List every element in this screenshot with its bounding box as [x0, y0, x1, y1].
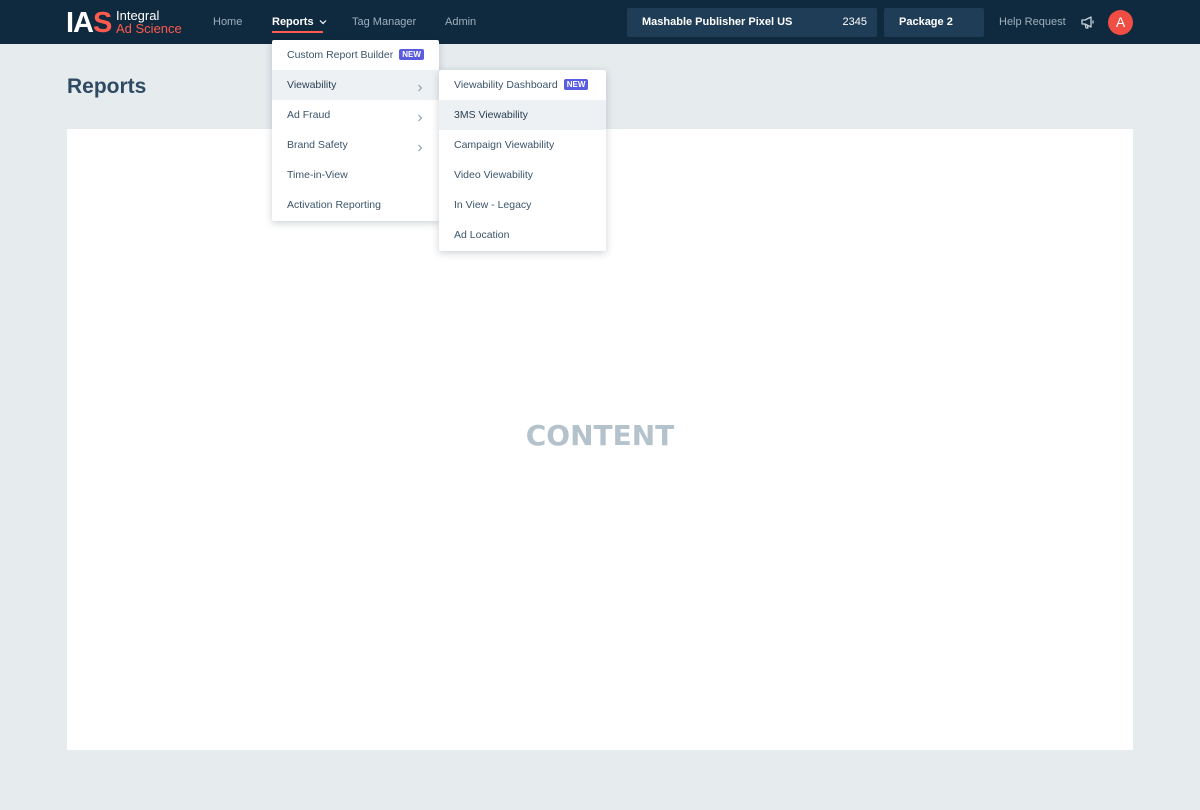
submenu-item-viewability-dashboard[interactable]: Viewability Dashboard NEW: [439, 70, 606, 100]
user-avatar[interactable]: A: [1108, 10, 1133, 35]
help-request-link[interactable]: Help Request: [999, 15, 1066, 29]
ias-logo[interactable]: IAS Integral Ad Science: [66, 8, 186, 38]
new-badge: NEW: [563, 79, 589, 90]
menu-item-label: Time-in-View: [287, 169, 348, 181]
nav-tag-manager[interactable]: Tag Manager: [352, 15, 416, 29]
nav-reports[interactable]: Reports: [272, 15, 327, 29]
chevron-down-icon: [319, 15, 327, 29]
new-badge: NEW: [399, 49, 424, 60]
menu-item-brand-safety[interactable]: Brand Safety: [272, 130, 439, 160]
chevron-right-icon: [415, 110, 425, 122]
menu-item-label: Custom Report Builder: [287, 49, 394, 61]
submenu-item-campaign-viewability[interactable]: Campaign Viewability: [439, 130, 606, 160]
submenu-item-ad-location[interactable]: Ad Location: [439, 220, 606, 250]
menu-item-label: Brand Safety: [287, 139, 348, 151]
package-selector[interactable]: Package 2: [884, 8, 984, 37]
nav-reports-label: Reports: [272, 16, 314, 28]
nav-active-indicator: [272, 31, 323, 33]
menu-item-viewability[interactable]: Viewability: [272, 70, 439, 100]
menu-item-ad-fraud[interactable]: Ad Fraud: [272, 100, 439, 130]
nav-home[interactable]: Home: [213, 15, 242, 29]
megaphone-icon[interactable]: [1080, 14, 1096, 30]
package-name: Package 2: [899, 16, 953, 28]
submenu-item-in-view-legacy[interactable]: In View - Legacy: [439, 190, 606, 220]
submenu-item-3ms-viewability[interactable]: 3MS Viewability: [439, 100, 606, 130]
submenu-item-label: In View - Legacy: [454, 199, 532, 211]
logo-line-2: Ad Science: [116, 21, 182, 36]
menu-item-label: Viewability: [287, 79, 337, 91]
publisher-name: Mashable Publisher Pixel US: [642, 16, 793, 28]
submenu-item-label: Viewability Dashboard: [454, 79, 558, 91]
menu-item-label: Ad Fraud: [287, 109, 331, 121]
page-title: Reports: [67, 75, 147, 98]
publisher-selector[interactable]: Mashable Publisher Pixel US 2345: [627, 8, 877, 37]
submenu-item-label: Ad Location: [454, 229, 510, 241]
viewability-submenu: Viewability Dashboard NEW 3MS Viewability…: [439, 70, 606, 251]
menu-item-time-in-view[interactable]: Time-in-View: [272, 160, 439, 190]
chevron-right-icon: [415, 80, 425, 92]
top-navigation-bar: IAS Integral Ad Science Home Reports Tag…: [0, 0, 1200, 44]
reports-dropdown-menu: Custom Report Builder NEW Viewability Ad …: [272, 40, 439, 221]
menu-item-activation-reporting[interactable]: Activation Reporting: [272, 190, 439, 220]
logo-mark: IAS: [66, 7, 112, 39]
submenu-item-video-viewability[interactable]: Video Viewability: [439, 160, 606, 190]
submenu-item-label: Video Viewability: [454, 169, 533, 181]
publisher-id: 2345: [842, 16, 867, 28]
chevron-right-icon: [415, 140, 425, 152]
nav-admin[interactable]: Admin: [445, 15, 476, 29]
menu-item-custom-report-builder[interactable]: Custom Report Builder NEW: [272, 40, 439, 70]
submenu-item-label: 3MS Viewability: [454, 109, 528, 121]
menu-item-label: Activation Reporting: [287, 199, 381, 211]
submenu-item-label: Campaign Viewability: [454, 139, 555, 151]
content-placeholder: CONTENT: [525, 419, 675, 452]
